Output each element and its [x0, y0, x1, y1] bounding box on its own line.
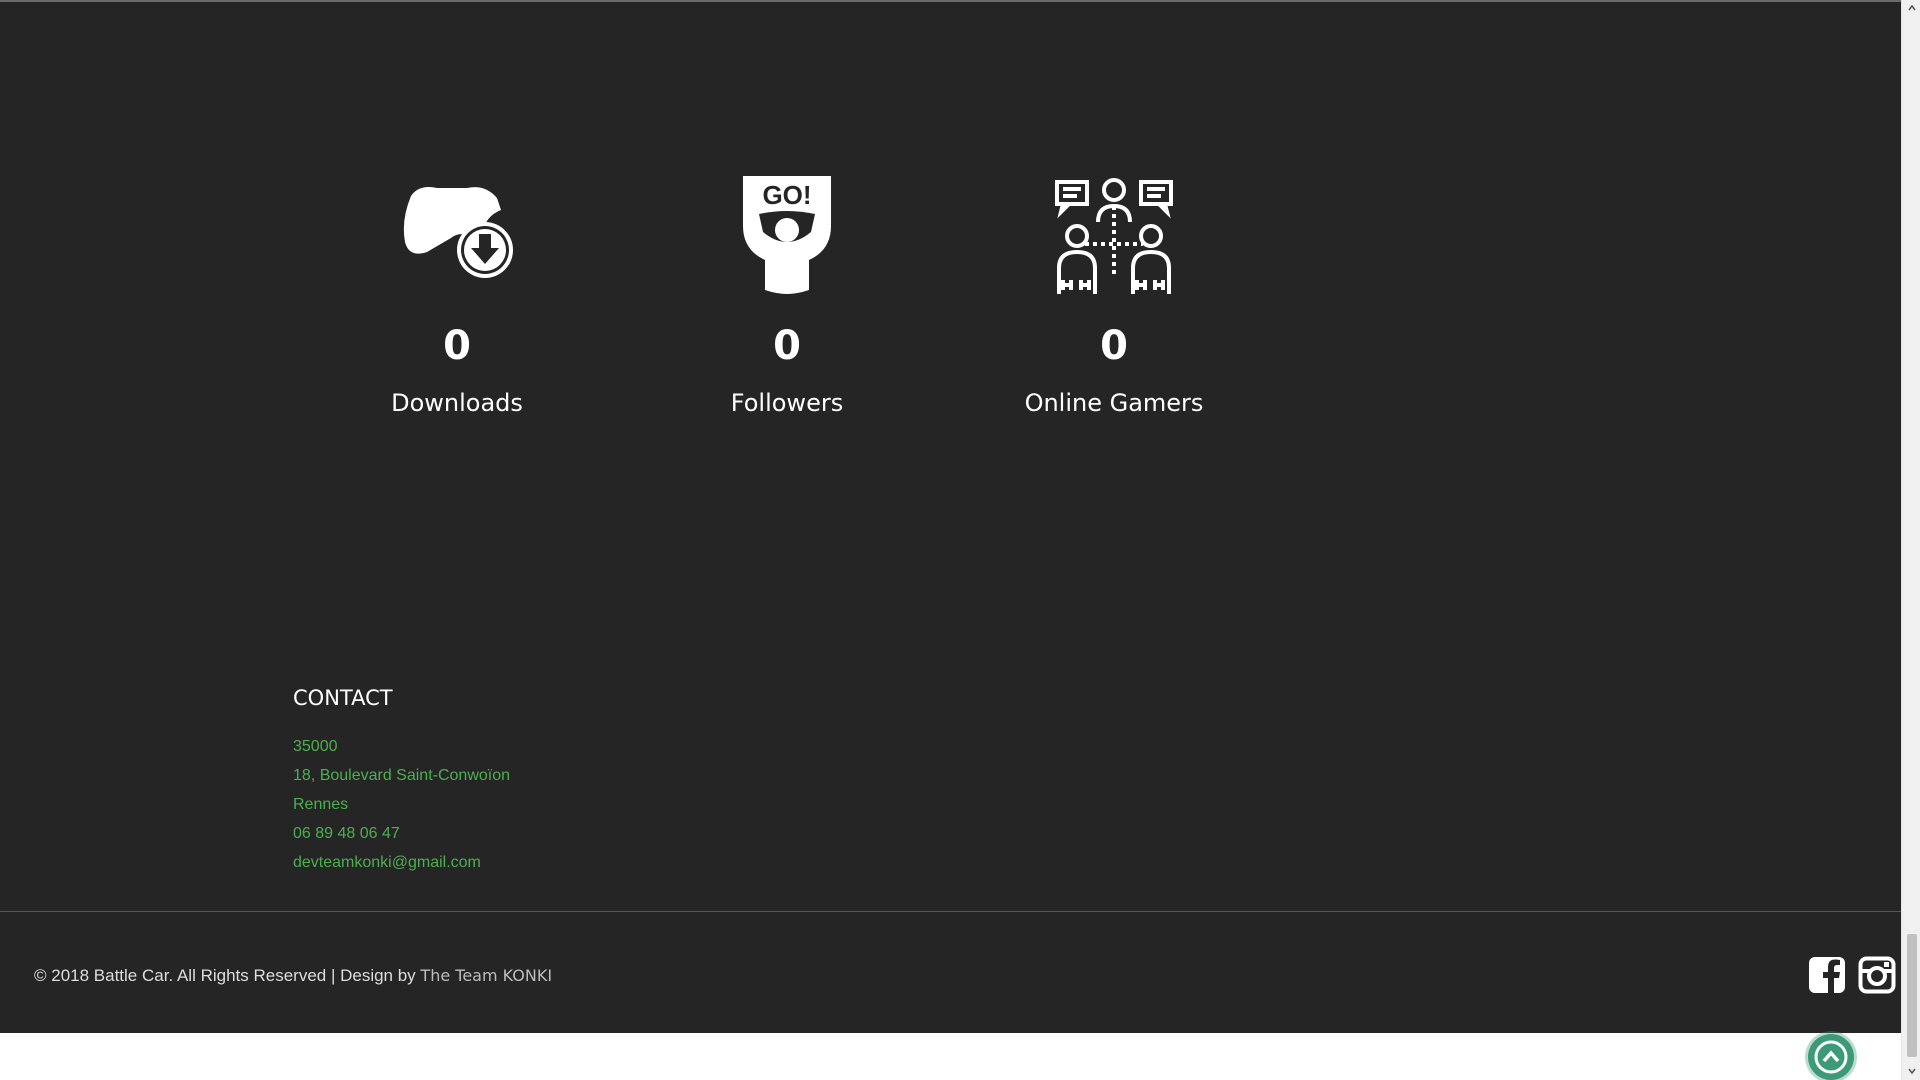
contact-phone-link[interactable]: 06 89 48 06 47: [293, 822, 510, 851]
copyright-label: © 2018 Battle Car. All Rights Reserved |…: [34, 966, 416, 985]
contact-street: 18, Boulevard Saint-Conwoïon: [293, 767, 511, 784]
gamepad-download-icon: [397, 176, 517, 285]
contact-postal-code: 35000: [293, 738, 338, 755]
scroll-to-top-button[interactable]: [1808, 1034, 1854, 1080]
footer-divider: [0, 911, 1901, 912]
followers-label: Followers: [730, 389, 844, 417]
scroll-down-arrow-icon[interactable]: [1907, 1066, 1917, 1076]
arrow-up-circle-icon: [1814, 1040, 1848, 1074]
contact-city: Rennes: [293, 796, 349, 813]
stat-followers: GO! 0 Followers: [703, 176, 871, 436]
gamers-network-icon: [1055, 176, 1173, 299]
stat-downloads: 0 Downloads: [373, 176, 541, 436]
instagram-icon[interactable]: [1858, 956, 1896, 994]
contact-title: CONTACT: [293, 686, 393, 710]
downloads-count: 0: [443, 323, 471, 369]
contact-email-link[interactable]: devteamkonki@gmail.com: [293, 851, 510, 880]
facebook-icon[interactable]: [1808, 956, 1846, 994]
followers-count: 0: [773, 323, 801, 369]
online-gamers-count: 0: [1100, 323, 1128, 369]
scroll-up-arrow-icon[interactable]: [1907, 3, 1917, 13]
stat-online-gamers: 0 Online Gamers: [1023, 176, 1205, 436]
scrollbar-thumb[interactable]: [1907, 934, 1917, 1057]
counter-section: 0 Downloads GO! 0 Followers 0 Online Gam…: [0, 2, 1901, 1033]
contact-list: 35000 18, Boulevard Saint-Conwoïon Renne…: [293, 735, 510, 880]
page-scrollbar[interactable]: [1901, 0, 1920, 1080]
go-sign-fan-icon: GO!: [737, 176, 837, 299]
copyright-text: © 2018 Battle Car. All Rights Reserved |…: [34, 964, 552, 988]
go-sign-text: GO!: [762, 180, 811, 210]
online-gamers-label: Online Gamers: [1024, 389, 1204, 417]
downloads-label: Downloads: [391, 389, 523, 417]
designer-link[interactable]: The Team KONKI: [420, 966, 552, 985]
page: 0 Downloads GO! 0 Followers 0 Online Gam…: [0, 0, 1901, 1080]
